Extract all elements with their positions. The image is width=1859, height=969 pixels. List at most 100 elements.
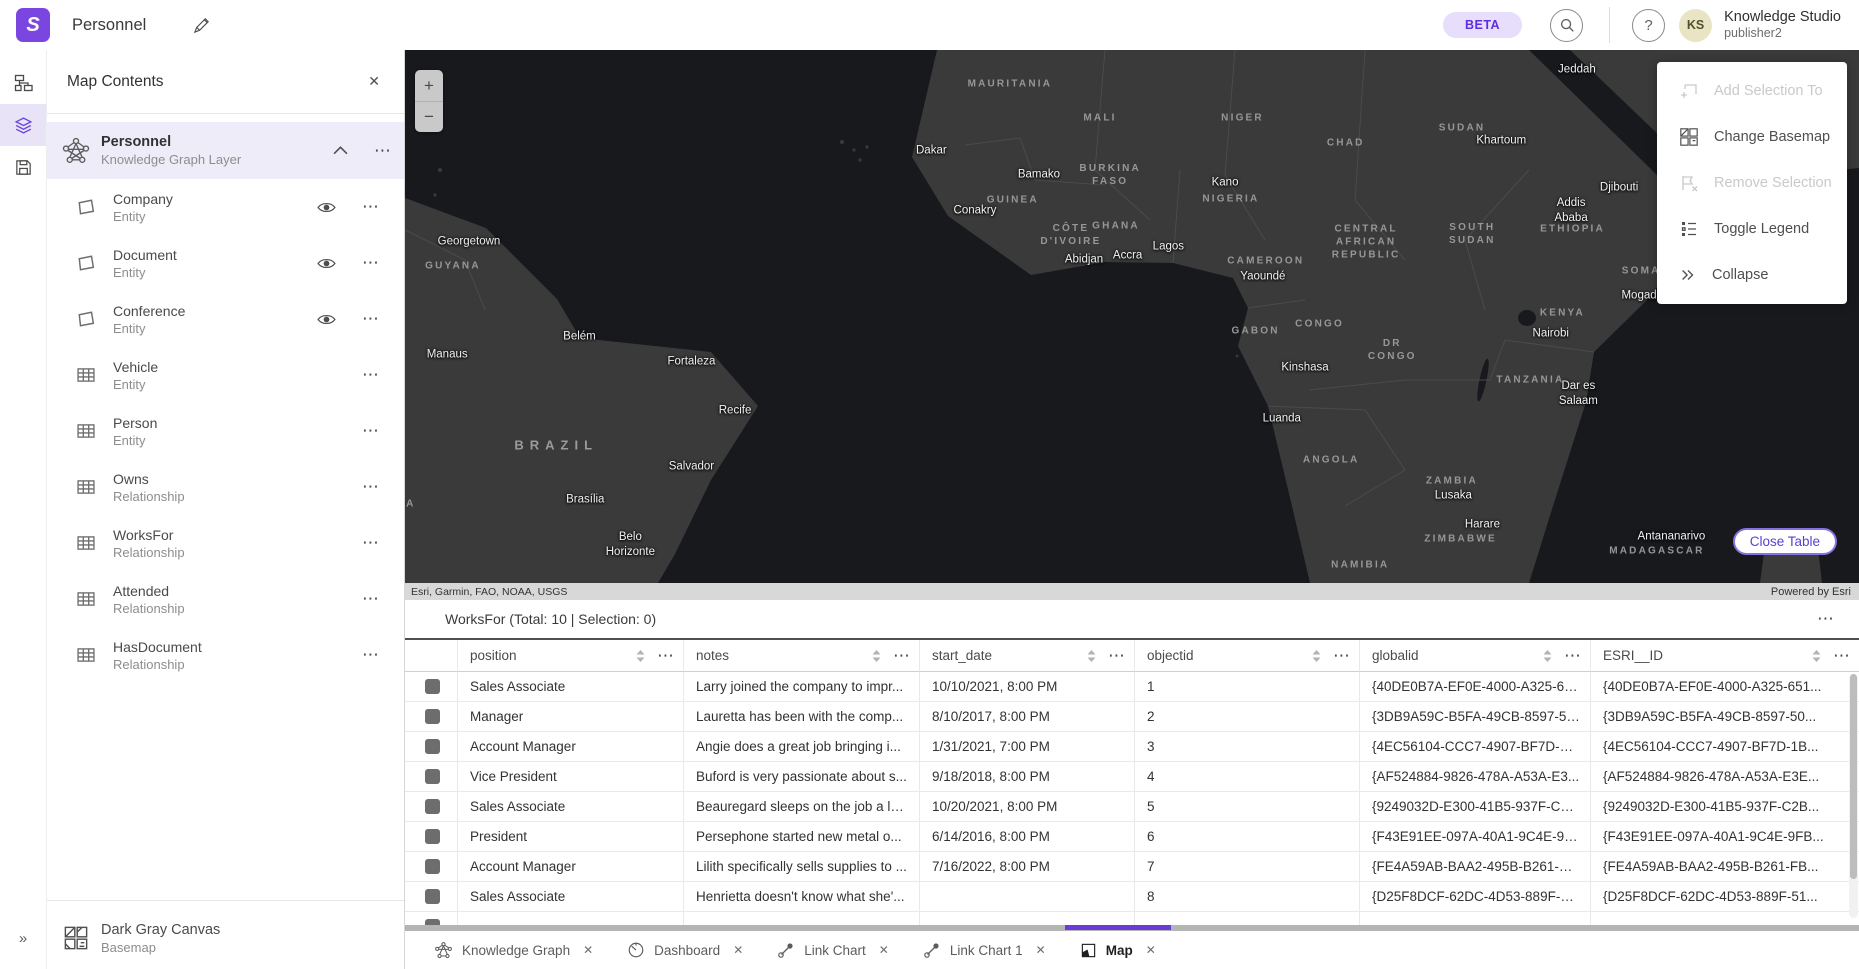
menu-item-toggle-legend[interactable]: Toggle Legend [1657,206,1847,252]
menu-item-label: Add Selection To [1714,83,1823,99]
app-logo-icon[interactable]: S [16,8,50,42]
cell-objectid: 7 [1134,852,1359,882]
menu-item-add-selection-to: Add Selection To [1657,68,1847,114]
row-checkbox[interactable] [425,919,440,925]
layer-item-company[interactable]: CompanyEntity⋯ [47,179,404,235]
layer-overflow-menu[interactable]: ⋯ [362,594,380,604]
zoom-out-button[interactable]: − [415,101,443,132]
row-checkbox[interactable] [425,859,440,874]
layer-item-person[interactable]: PersonEntity⋯ [47,403,404,459]
table-icon [75,476,97,498]
column-overflow-menu[interactable]: ⋯ [657,651,675,661]
visibility-toggle[interactable] [317,201,336,214]
main-area: MAURITANIAMALINIGERSUDANCHADBURKINA FASO… [405,50,1859,969]
layer-item-owns[interactable]: OwnsRelationship⋯ [47,459,404,515]
row-checkbox[interactable] [425,679,440,694]
scrollbar-thumb[interactable] [1850,674,1857,879]
save-rail-button[interactable] [0,146,46,188]
tab-close-icon[interactable]: ✕ [879,943,889,957]
sort-icon[interactable] [1812,650,1821,662]
tab-link-chart-1[interactable]: Link Chart 1✕ [906,931,1063,969]
cell-esri_id [1590,912,1859,925]
column-header-notes[interactable]: notes⋯ [683,640,919,672]
column-header-start_date[interactable]: start_date⋯ [919,640,1134,672]
tab-close-icon[interactable]: ✕ [1146,943,1156,957]
layer-overflow-menu[interactable]: ⋯ [362,202,380,212]
layer-item-hasdocument[interactable]: HasDocumentRelationship⋯ [47,627,404,683]
sort-icon[interactable] [872,650,881,662]
layer-overflow-menu[interactable]: ⋯ [362,370,380,380]
layer-text: AttendedRelationship [113,583,185,616]
column-header-objectid[interactable]: objectid⋯ [1134,640,1359,672]
table-row: Account ManagerAngie does a great job br… [405,732,1859,762]
layer-item-vehicle[interactable]: VehicleEntity⋯ [47,347,404,403]
layer-overflow-menu[interactable]: ⋯ [362,314,380,324]
user-info[interactable]: Knowledge Studio publisher2 [1724,9,1841,40]
layer-item-conference[interactable]: ConferenceEntity⋯ [47,291,404,347]
column-header-position[interactable]: position⋯ [457,640,683,672]
sort-icon[interactable] [1312,650,1321,662]
table-overflow-menu[interactable]: ⋯ [1817,614,1835,624]
layer-item-worksfor[interactable]: WorksForRelationship⋯ [47,515,404,571]
column-header-esri__id[interactable]: ESRI__ID⋯ [1590,640,1859,672]
tab-close-icon[interactable]: ✕ [733,943,743,957]
tab-map[interactable]: Map✕ [1063,931,1173,969]
search-button[interactable] [1550,9,1583,42]
help-button[interactable]: ? [1632,9,1665,42]
row-checkbox[interactable] [425,889,440,904]
layer-overflow-menu[interactable]: ⋯ [362,426,380,436]
column-overflow-menu[interactable]: ⋯ [1108,651,1126,661]
row-checkbox[interactable] [425,799,440,814]
menu-item-collapse[interactable]: Collapse [1657,252,1847,298]
collapse-group-button[interactable] [333,146,348,155]
vertical-scrollbar[interactable] [1849,674,1858,918]
row-checkbox[interactable] [425,829,440,844]
layer-item-document[interactable]: DocumentEntity⋯ [47,235,404,291]
tab-link-chart[interactable]: Link Chart✕ [760,931,906,969]
close-panel-button[interactable]: ✕ [364,69,384,94]
menu-item-change-basemap[interactable]: Change Basemap [1657,114,1847,160]
cell-value: Henrietta doesn't know what she'... [696,889,905,904]
layer-overflow-menu[interactable]: ⋯ [362,258,380,268]
tab-dashboard[interactable]: Dashboard✕ [610,931,760,969]
tab-close-icon[interactable]: ✕ [1036,943,1046,957]
data-model-rail-button[interactable] [0,62,46,104]
expand-rail-button[interactable]: » [0,917,46,959]
tab-knowledge-graph[interactable]: Knowledge Graph✕ [417,931,610,969]
visibility-toggle[interactable] [317,257,336,270]
layer-group-personnel[interactable]: Personnel Knowledge Graph Layer ⋯ [47,122,404,179]
sort-icon[interactable] [636,650,645,662]
visibility-toggle[interactable] [317,313,336,326]
close-table-button[interactable]: Close Table [1733,528,1837,555]
cell-value: {F43E91EE-097A-40A1-9C4E-9FB... [1603,829,1824,844]
cell-esri_id: {FE4A59AB-BAA2-495B-B261-FB... [1590,852,1859,882]
group-overflow-menu[interactable]: ⋯ [374,146,392,156]
basemap-item[interactable]: Dark Gray Canvas Basemap [47,907,404,969]
layer-overflow-menu[interactable]: ⋯ [362,650,380,660]
sort-icon[interactable] [1087,650,1096,662]
basemap-title: Dark Gray Canvas [101,922,220,938]
map-view[interactable]: MAURITANIAMALINIGERSUDANCHADBURKINA FASO… [405,50,1859,600]
edit-title-button[interactable] [186,10,216,40]
table-icon [75,532,97,554]
layer-overflow-menu[interactable]: ⋯ [362,538,380,548]
row-checkbox[interactable] [425,739,440,754]
column-overflow-menu[interactable]: ⋯ [1564,651,1582,661]
layer-item-attended[interactable]: AttendedRelationship ⋯ [47,571,404,627]
column-overflow-menu[interactable]: ⋯ [1333,651,1351,661]
layer-overflow-menu[interactable]: ⋯ [362,482,380,492]
column-overflow-menu[interactable]: ⋯ [893,651,911,661]
column-overflow-menu[interactable]: ⋯ [1833,651,1851,661]
cell-start_date: 9/18/2018, 8:00 PM [919,762,1134,792]
zoom-in-button[interactable]: + [415,70,443,101]
table-icon [75,364,97,386]
avatar[interactable]: KS [1679,9,1712,42]
row-checkbox[interactable] [425,709,440,724]
column-header-globalid[interactable]: globalid⋯ [1359,640,1590,672]
layer-actions: ⋯ [362,538,380,548]
layer-type: Entity [113,321,185,336]
sort-icon[interactable] [1543,650,1552,662]
tab-close-icon[interactable]: ✕ [583,943,593,957]
layers-rail-button[interactable] [0,104,46,146]
row-checkbox[interactable] [425,769,440,784]
